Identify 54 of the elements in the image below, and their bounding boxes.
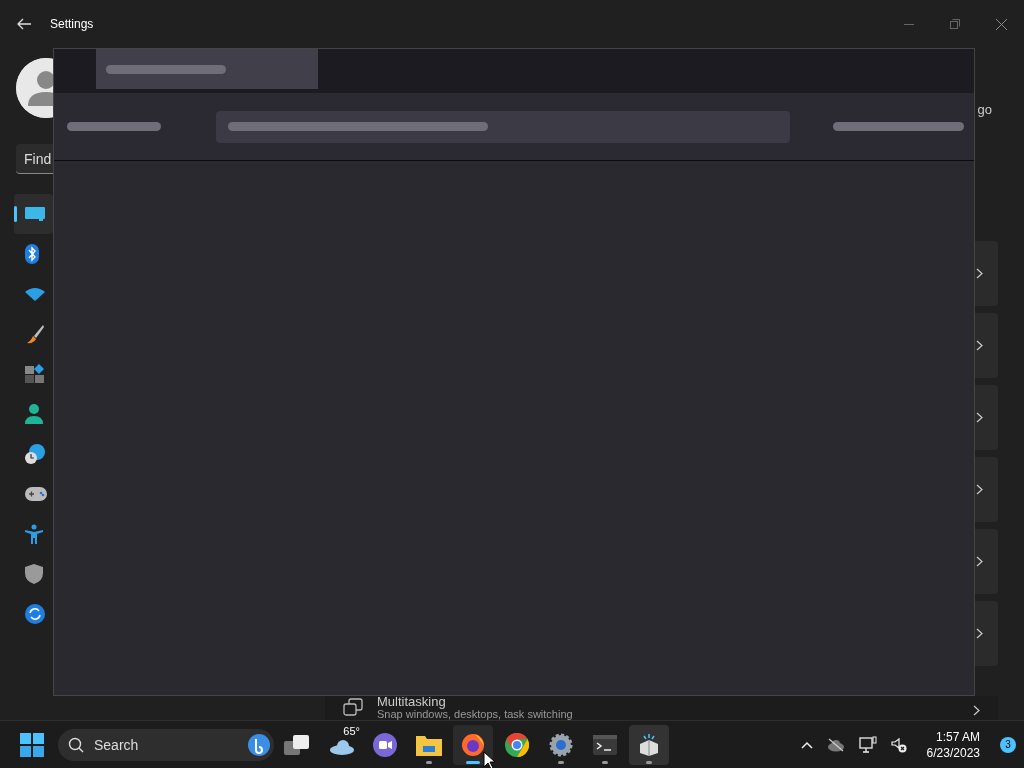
volume-muted-icon[interactable]	[890, 736, 907, 753]
chevron-right-icon	[973, 705, 980, 716]
package-icon[interactable]	[639, 733, 659, 756]
shield-icon	[25, 564, 43, 584]
monitor-icon	[25, 206, 45, 222]
network-icon[interactable]	[858, 735, 877, 754]
folder-icon[interactable]	[416, 733, 442, 756]
video-chat-icon[interactable]	[373, 732, 397, 757]
back-arrow-icon[interactable]	[16, 16, 32, 32]
taskbar-app[interactable]: 65°	[321, 724, 361, 765]
globe-clock-icon	[25, 444, 45, 464]
chevron-right-icon	[976, 340, 983, 351]
settings-card[interactable]: Multitasking Snap windows, desktops, task switching	[325, 696, 998, 720]
task-view-icon[interactable]	[284, 733, 310, 756]
brush-icon	[25, 324, 45, 344]
browser-icon[interactable]	[461, 732, 485, 757]
card-subtitle: Snap windows, desktops, task switching	[377, 708, 573, 720]
minimize-icon[interactable]	[904, 23, 914, 25]
taskbar-search[interactable]: Search	[58, 728, 274, 761]
card-title: Multitasking	[377, 696, 447, 708]
chevron-right-icon	[976, 628, 983, 639]
apps-icon	[25, 364, 45, 384]
gamepad-icon	[25, 487, 47, 501]
accessibility-icon	[25, 524, 43, 544]
browser-icon[interactable]	[505, 732, 529, 757]
taskbar-app[interactable]	[453, 724, 493, 765]
search-field[interactable]: Find	[16, 144, 53, 174]
gear-icon[interactable]	[549, 732, 573, 757]
search-icon	[68, 736, 84, 753]
terminal-icon[interactable]	[593, 734, 617, 755]
wifi-icon	[25, 287, 45, 301]
mouse-pointer-icon	[483, 751, 496, 768]
temperature-label: 65°	[343, 724, 360, 737]
window-title: Settings	[50, 17, 94, 31]
cloud-off-icon[interactable]	[826, 737, 845, 752]
close-icon[interactable]	[995, 18, 1007, 30]
chevron-right-icon	[976, 556, 983, 567]
maximize-icon[interactable]	[950, 19, 960, 29]
status-text: go	[977, 102, 992, 117]
chevron-right-icon	[976, 484, 983, 495]
sync-icon	[25, 604, 45, 624]
chevron-right-icon	[976, 412, 983, 423]
clock-date[interactable]: 6/23/2023	[926, 744, 980, 761]
windows-logo-icon[interactable]	[20, 732, 44, 757]
person-icon	[25, 404, 43, 424]
bluetooth-icon	[25, 244, 39, 264]
clock-time[interactable]: 1:57 AM	[935, 728, 980, 745]
nav-item[interactable]	[14, 194, 53, 234]
chevron-up-icon[interactable]	[800, 740, 813, 749]
search-placeholder: Search	[94, 736, 139, 753]
taskbar-app[interactable]	[629, 724, 669, 765]
chevron-right-icon	[976, 268, 983, 279]
windows-icon	[343, 698, 363, 716]
notification-badge[interactable]: 3	[1000, 736, 1016, 753]
